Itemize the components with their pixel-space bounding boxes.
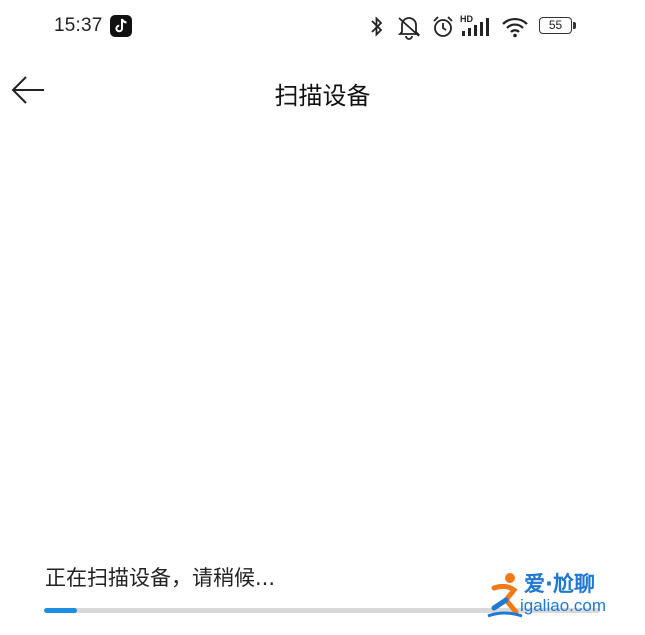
app-bar: 扫描设备 — [0, 60, 645, 120]
scan-status-text: 正在扫描设备，请稍候... — [45, 566, 276, 590]
watermark-url: igaliao.com — [520, 596, 606, 615]
bluetooth-icon — [371, 16, 383, 37]
tiktok-icon — [110, 15, 132, 37]
status-bar: 15:37 HD 55 — [0, 0, 645, 54]
signal-icon: HD — [460, 14, 494, 40]
watermark: 爱·尬聊 igaliao.com — [480, 564, 640, 624]
mute-icon — [397, 17, 421, 40]
battery-icon: 55 — [539, 17, 572, 34]
alarm-icon — [433, 16, 453, 37]
watermark-brand: 爱·尬聊 — [524, 572, 595, 596]
page-title: 扫描设备 — [274, 82, 371, 110]
running-figure-logo — [487, 573, 523, 618]
battery-tip — [573, 22, 576, 29]
scan-progress-fill — [44, 608, 78, 613]
status-time: 15:37 — [54, 15, 103, 36]
wifi-icon — [502, 17, 528, 38]
